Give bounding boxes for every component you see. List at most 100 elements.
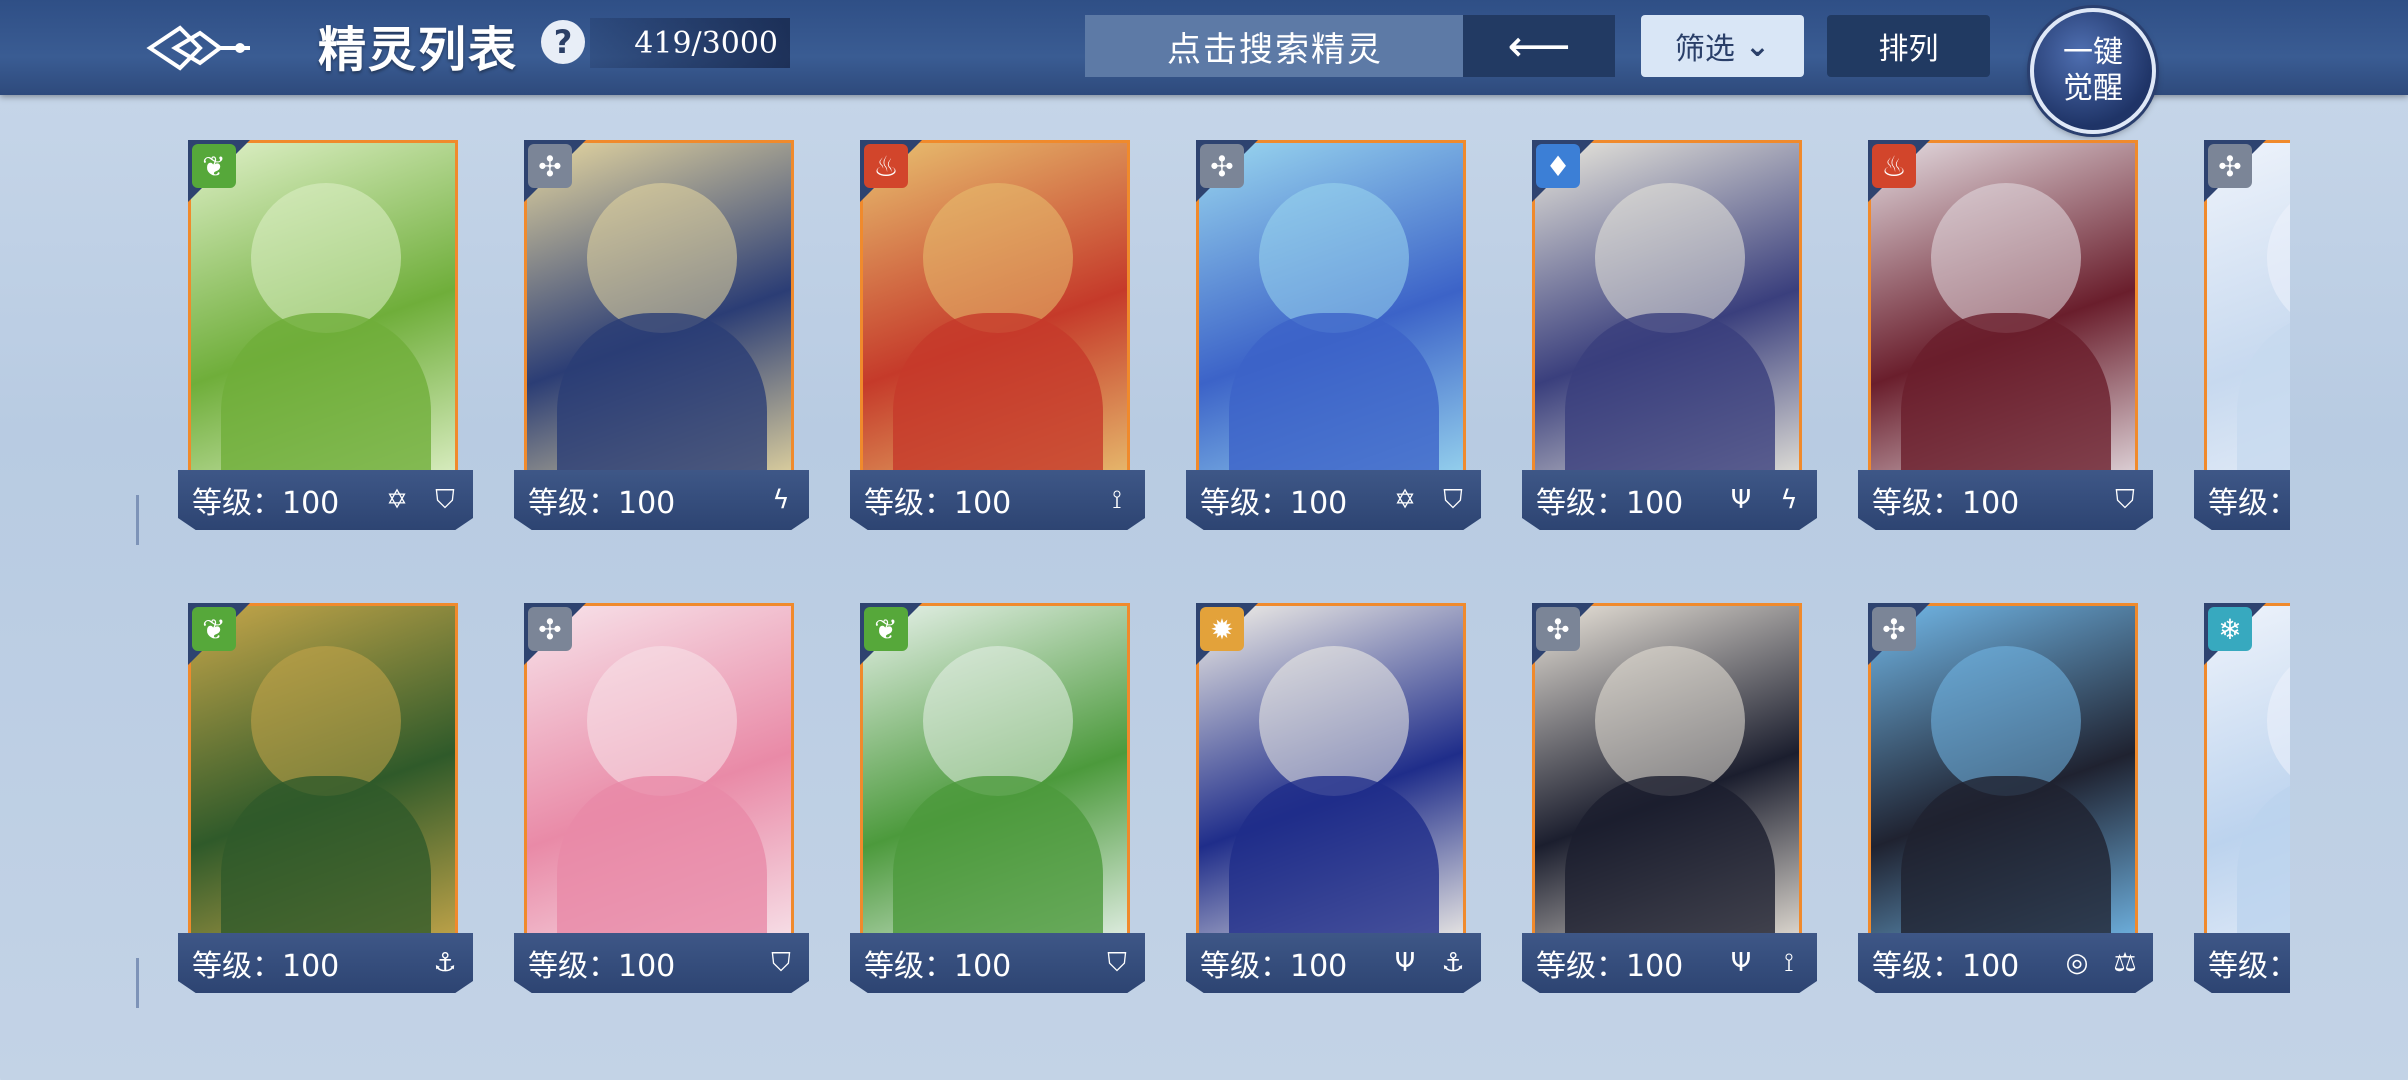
portrait-figure (923, 646, 1073, 796)
level-label: 等级： (2208, 486, 2290, 521)
level-bar: 等级：100 ⚓ (178, 933, 473, 993)
trident-icon: Ψ (1730, 485, 1752, 515)
ice-icon: ❄ (2208, 607, 2252, 651)
level-bar: 等级：100 ◎ ⚖ (1858, 933, 2153, 993)
spirit-card[interactable]: ✣ 等级：100 ⛉ (514, 603, 859, 1003)
level-label: 等级： (2208, 949, 2290, 984)
portrait-figure (2267, 646, 2290, 796)
level-bar: 等级：100 Ψ ⚓ (1186, 933, 1481, 993)
trident-icon: Ψ (1730, 948, 1752, 978)
portrait-body (557, 776, 767, 950)
level-label: 等级：100 (528, 486, 676, 521)
spirit-card[interactable]: ✣ 等级： (2194, 140, 2290, 540)
portrait-body (1901, 313, 2111, 487)
level-label: 等级：100 (192, 486, 340, 521)
level-bar: 等级：100 ⛉ (514, 933, 809, 993)
portrait-figure (1595, 183, 1745, 333)
level-label: 等级：100 (1536, 949, 1684, 984)
lightning-icon: ϟ (1780, 485, 1798, 515)
portrait-figure (251, 646, 401, 796)
spirit-card[interactable]: ✣ 等级：100 ◎ ⚖ (1858, 603, 2203, 1003)
shield-icon: ⛉ (771, 947, 791, 978)
level-label: 等级：100 (864, 486, 1012, 521)
fire-icon: ♨ (864, 144, 908, 188)
lightning-icon: ϟ (772, 485, 790, 515)
portrait-figure (1931, 183, 2081, 333)
spirit-card[interactable]: ✹ 等级：100 Ψ ⚓ (1186, 603, 1531, 1003)
level-bar: 等级：100 ✡ ⛉ (1186, 470, 1481, 530)
fire-icon: ♨ (1872, 144, 1916, 188)
claw-icon: ⟟ (1784, 947, 1794, 978)
level-label: 等级：100 (1200, 949, 1348, 984)
light-icon: ✹ (1200, 607, 1244, 651)
level-bar: 等级：100 ✡ ⛉ (178, 470, 473, 530)
portrait-figure (1259, 646, 1409, 796)
level-bar: 等级：100 Ψ ⟟ (1522, 933, 1817, 993)
spirit-card[interactable]: ✣ 等级：100 ✡ ⛉ (1186, 140, 1531, 540)
grass-icon: ❦ (192, 607, 236, 651)
spirit-card[interactable]: ✣ 等级：100 ϟ (514, 140, 859, 540)
level-bar: 等级：100 ϟ (514, 470, 809, 530)
portrait-figure (923, 183, 1073, 333)
portrait-body (893, 776, 1103, 950)
swirl-icon: ◎ (2065, 948, 2089, 978)
neutral-icon: ✣ (1200, 144, 1244, 188)
level-label: 等级：100 (192, 949, 340, 984)
spirit-card[interactable]: ❦ 等级：100 ⚓ (178, 603, 523, 1003)
spirit-card[interactable]: ❦ 等级：100 ✡ ⛉ (178, 140, 523, 540)
portrait-body (557, 313, 767, 487)
neutral-icon: ✣ (2208, 144, 2252, 188)
level-bar: 等级：100 ⛉ (1858, 470, 2153, 530)
grass-icon: ❦ (864, 607, 908, 651)
portrait-body (1229, 313, 1439, 487)
shield-icon: ⛉ (1107, 947, 1127, 978)
shield-icon: ⛉ (1443, 484, 1463, 515)
portrait-body (2237, 776, 2290, 950)
shield-icon: ⛉ (435, 484, 455, 515)
portrait-figure (1931, 646, 2081, 796)
spirit-grid: ❦ 等级：100 ✡ ⛉ ✣ 等级：100 ϟ ♨ 等级：100 ⟟ ✣ 等级：100 ✡ ⛉ ♦ 等级：10… (0, 0, 2408, 1080)
portrait-figure (587, 183, 737, 333)
level-bar: 等级：100 ⛉ (850, 933, 1145, 993)
level-label: 等级：100 (864, 949, 1012, 984)
portrait-figure (251, 183, 401, 333)
spirit-card[interactable]: ♦ 等级：100 Ψϟ (1522, 140, 1867, 540)
portrait-body (1565, 776, 1775, 950)
portrait-figure (587, 646, 737, 796)
spirit-card[interactable]: ♨ 等级：100 ⛉ (1858, 140, 2203, 540)
portrait-figure (1259, 183, 1409, 333)
spirit-card[interactable]: ♨ 等级：100 ⟟ (850, 140, 1195, 540)
star-shield-icon: ✡ (1394, 485, 1416, 515)
shield-icon: ⛉ (2115, 484, 2135, 515)
scale-icon: ⚖ (2113, 948, 2137, 978)
level-label: 等级：100 (1872, 949, 2020, 984)
level-bar: 等级： (2194, 470, 2290, 530)
cross-ship-icon: ⚓ (1441, 948, 1465, 978)
cross-ship-icon: ⚓ (433, 948, 457, 978)
portrait-body (893, 313, 1103, 487)
portrait-body (2237, 313, 2290, 487)
water-icon: ♦ (1536, 144, 1580, 188)
portrait-body (1229, 776, 1439, 950)
portrait-figure (1595, 646, 1745, 796)
portrait-body (1901, 776, 2111, 950)
claw-icon: ⟟ (1112, 484, 1122, 515)
portrait-body (1565, 313, 1775, 487)
level-bar: 等级：100 Ψϟ (1522, 470, 1817, 530)
portrait-body (221, 313, 431, 487)
level-bar: 等级： (2194, 933, 2290, 993)
portrait-figure (2267, 183, 2290, 333)
level-bar: 等级：100 ⟟ (850, 470, 1145, 530)
spirit-card[interactable]: ✣ 等级：100 Ψ ⟟ (1522, 603, 1867, 1003)
grass-icon: ❦ (192, 144, 236, 188)
level-label: 等级：100 (528, 949, 676, 984)
neutral-icon: ✣ (528, 144, 572, 188)
spirit-card[interactable]: ❄ 等级： (2194, 603, 2290, 1003)
level-label: 等级：100 (1872, 486, 2020, 521)
neutral-icon: ✣ (528, 607, 572, 651)
portrait-body (221, 776, 431, 950)
level-label: 等级：100 (1536, 486, 1684, 521)
spirit-card[interactable]: ❦ 等级：100 ⛉ (850, 603, 1195, 1003)
neutral-icon: ✣ (1536, 607, 1580, 651)
star-shield-icon: ✡ (386, 485, 408, 515)
